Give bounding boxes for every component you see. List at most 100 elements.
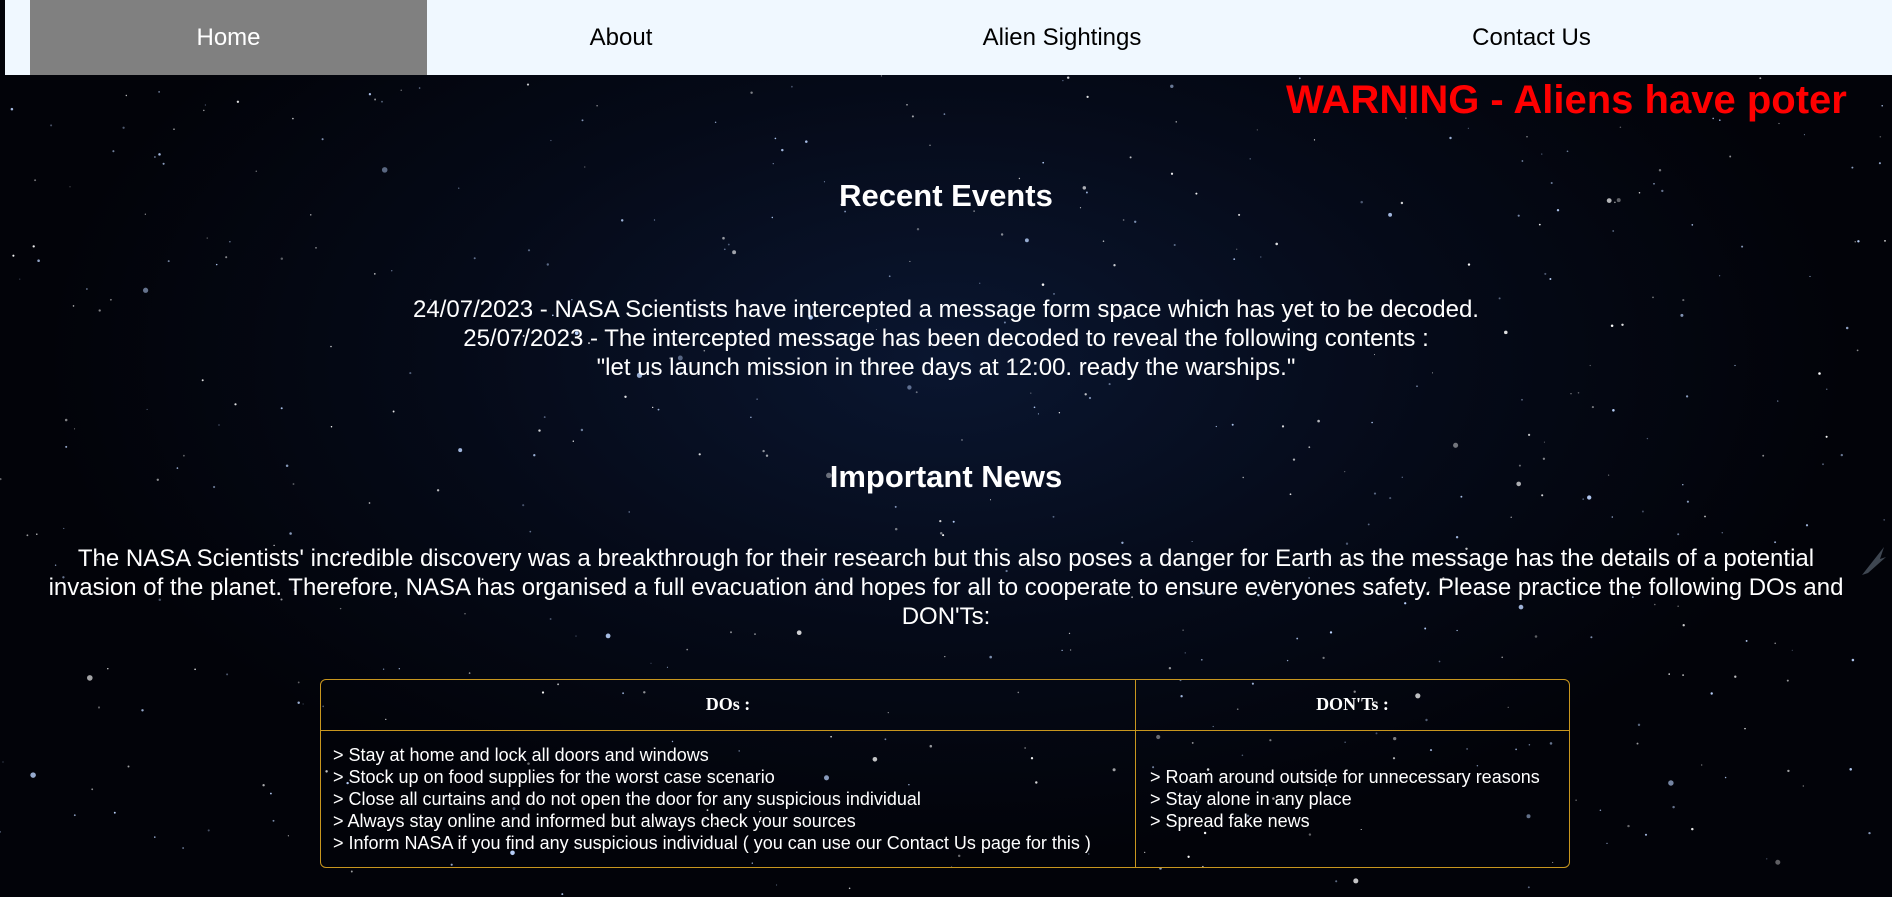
event-line-3: "let us launch mission in three days at … <box>596 354 1296 381</box>
star <box>218 424 220 426</box>
star <box>1791 649 1793 651</box>
star <box>1627 824 1630 828</box>
star <box>1646 437 1649 440</box>
star <box>1710 692 1713 695</box>
star <box>796 630 802 636</box>
donts-item: > Stay alone in any place <box>1150 789 1352 809</box>
star <box>154 836 156 838</box>
star <box>1868 831 1871 835</box>
star <box>1766 858 1768 860</box>
star <box>142 287 149 293</box>
dos-item: > Inform NASA if you find any suspicious… <box>333 833 1091 853</box>
star <box>1587 495 1592 500</box>
star <box>269 792 272 795</box>
star <box>146 408 148 410</box>
star <box>65 445 68 448</box>
star <box>1668 673 1670 675</box>
star <box>1744 727 1746 730</box>
important-news-heading: Important News <box>829 459 1063 494</box>
star <box>1449 136 1452 140</box>
star <box>368 502 371 504</box>
star <box>1637 723 1641 727</box>
star <box>756 398 758 400</box>
star <box>781 148 784 152</box>
star <box>182 847 184 849</box>
star <box>1501 656 1504 659</box>
star <box>207 829 210 832</box>
star <box>1668 780 1674 786</box>
star <box>1686 500 1689 503</box>
star <box>1854 241 1856 243</box>
star <box>527 249 531 252</box>
star <box>215 263 218 266</box>
star <box>546 263 549 266</box>
star <box>1658 169 1662 172</box>
star <box>1129 156 1132 159</box>
star <box>1296 637 1299 640</box>
star <box>1543 441 1545 443</box>
star <box>765 454 769 457</box>
dos-item: > Stay at home and lock all doors and wi… <box>333 745 709 765</box>
star <box>1805 524 1809 527</box>
star <box>1275 242 1278 246</box>
star <box>1590 636 1593 639</box>
star <box>1000 233 1004 236</box>
star <box>538 429 541 432</box>
star <box>1786 679 1789 682</box>
star <box>916 228 920 231</box>
star <box>374 98 377 101</box>
star <box>1721 532 1723 534</box>
star <box>1775 859 1781 865</box>
star <box>458 448 463 453</box>
star <box>125 94 128 97</box>
star <box>1033 406 1036 409</box>
star <box>754 633 756 635</box>
star <box>141 709 144 712</box>
star <box>1787 769 1790 773</box>
star <box>194 668 196 671</box>
nav-alien-sightings-link[interactable]: Alien Sightings <box>815 0 1309 75</box>
star <box>1108 383 1111 386</box>
star <box>1682 674 1685 677</box>
star <box>750 91 753 94</box>
nav-about-link[interactable]: About <box>427 0 815 75</box>
star <box>805 140 808 143</box>
recent-events-heading: Recent Events <box>839 178 1053 213</box>
star <box>1086 95 1089 99</box>
star <box>1170 84 1174 89</box>
star <box>0 831 1 833</box>
star <box>979 282 981 284</box>
star <box>1774 541 1777 544</box>
star <box>698 453 701 456</box>
star <box>1061 649 1063 652</box>
star <box>1701 764 1703 766</box>
star <box>1168 666 1172 670</box>
star <box>1575 799 1577 801</box>
star <box>1826 388 1828 390</box>
star <box>1389 497 1392 500</box>
star <box>533 454 536 457</box>
star <box>1762 454 1765 457</box>
star <box>888 275 891 278</box>
star <box>330 425 333 428</box>
star <box>1453 442 1459 448</box>
star <box>1353 878 1359 884</box>
star <box>943 113 946 115</box>
nav-contact-us-link[interactable]: Contact Us <box>1309 0 1754 75</box>
nav-home-link[interactable]: Home <box>30 0 427 75</box>
star <box>723 248 726 251</box>
star <box>229 241 231 243</box>
star <box>1549 278 1552 280</box>
star <box>1803 134 1805 136</box>
star <box>628 511 630 513</box>
star <box>1685 395 1689 398</box>
star <box>112 150 115 153</box>
star <box>1825 435 1828 438</box>
star <box>1544 272 1547 275</box>
event-line-2: 25/07/2023 - The intercepted message has… <box>463 325 1429 352</box>
table-header-divider <box>321 730 1569 731</box>
star <box>961 439 963 441</box>
star <box>1030 392 1032 394</box>
star <box>686 648 689 651</box>
star <box>894 505 897 508</box>
